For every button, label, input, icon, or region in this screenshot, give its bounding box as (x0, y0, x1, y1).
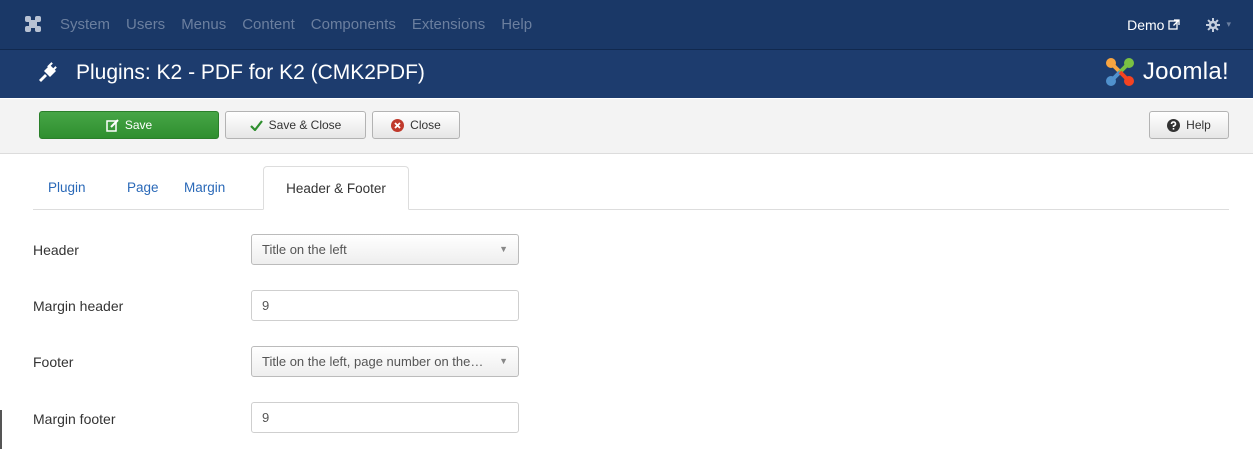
footer-label: Footer (33, 354, 74, 370)
tab-plugin[interactable]: Plugin (48, 166, 86, 209)
margin-footer-input[interactable] (251, 402, 519, 433)
help-button[interactable]: Help (1149, 111, 1229, 139)
close-button[interactable]: Close (372, 111, 460, 139)
footer-select-value: Title on the left, page number on the ri… (262, 354, 484, 369)
save-close-button[interactable]: Save & Close (225, 111, 366, 139)
dropdown-arrow-icon: ▼ (499, 244, 508, 254)
gear-icon (1206, 17, 1221, 32)
joomla-logo-icon (1105, 58, 1134, 86)
dropdown-arrow-icon: ▼ (499, 356, 508, 366)
tab-page[interactable]: Page (127, 166, 159, 209)
menu-item-extensions[interactable]: Extensions (412, 16, 485, 33)
settings-dropdown[interactable]: ▾ (1206, 17, 1231, 32)
plug-icon (39, 62, 57, 82)
site-link-label: Demo (1127, 16, 1165, 33)
menu-item-components[interactable]: Components (311, 16, 396, 33)
tab-bar: Plugin Page Margin Header & Footer (33, 166, 1229, 210)
margin-header-input[interactable] (251, 290, 519, 321)
check-icon (249, 119, 263, 131)
chevron-down-icon: ▾ (1226, 19, 1231, 29)
external-link-icon (1168, 18, 1181, 30)
brand-name: Joomla! (1142, 58, 1229, 85)
help-label: Help (1186, 118, 1211, 132)
menu-item-system[interactable]: System (60, 16, 110, 33)
margin-header-label: Margin header (33, 298, 124, 314)
menu-item-menus[interactable]: Menus (181, 16, 226, 33)
tab-header-footer[interactable]: Header & Footer (263, 166, 409, 210)
question-circle-icon (1167, 118, 1181, 132)
close-label: Close (410, 118, 441, 132)
save-close-label: Save & Close (268, 118, 342, 132)
menu-item-content[interactable]: Content (242, 16, 295, 33)
footer-select[interactable]: Title on the left, page number on the ri… (251, 346, 519, 377)
window-edge-divider (0, 410, 2, 449)
main-menu: System Users Menus Content Components Ex… (60, 0, 548, 49)
page-title: Plugins: K2 - PDF for K2 (CMK2PDF) (76, 61, 425, 84)
save-button[interactable]: Save (39, 111, 219, 139)
cancel-icon (391, 118, 405, 132)
joomla-logo-icon[interactable] (24, 15, 42, 33)
save-label: Save (124, 118, 153, 132)
page-header: Plugins: K2 - PDF for K2 (CMK2PDF) Jooml… (0, 50, 1253, 98)
navbar-right: Demo ▾ (1127, 0, 1231, 49)
menu-item-help[interactable]: Help (501, 16, 532, 33)
header-select[interactable]: Title on the left ▼ (251, 234, 519, 265)
top-navbar: System Users Menus Content Components Ex… (0, 0, 1253, 50)
header-select-value: Title on the left (262, 242, 347, 257)
toolbar: Save Save & Close Close Help (0, 99, 1253, 154)
edit-icon (106, 118, 119, 132)
margin-footer-label: Margin footer (33, 411, 116, 427)
menu-item-users[interactable]: Users (126, 16, 165, 33)
header-label: Header (33, 242, 79, 258)
tab-margin[interactable]: Margin (184, 166, 225, 209)
joomla-brand: Joomla! (1103, 56, 1229, 88)
site-link[interactable]: Demo (1127, 16, 1181, 33)
